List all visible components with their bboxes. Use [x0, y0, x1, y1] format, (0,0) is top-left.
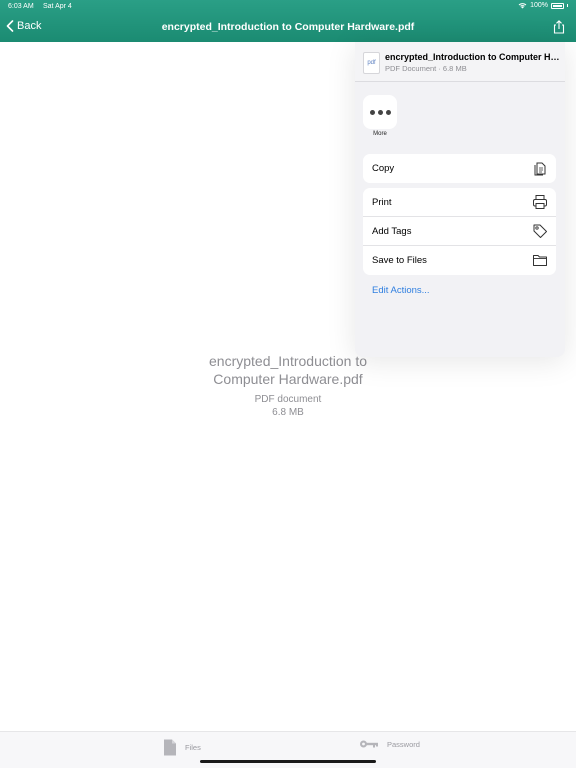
copy-label: Copy: [372, 163, 395, 174]
home-indicator: [200, 760, 376, 763]
nav-bar: Back encrypted_Introduction to Computer …: [0, 14, 576, 42]
tab-files-label: Files: [185, 743, 201, 752]
save-to-files-action[interactable]: Save to Files: [363, 246, 556, 275]
folder-icon: [533, 255, 547, 266]
tab-password-label: Password: [387, 739, 420, 749]
back-label: Back: [17, 20, 42, 32]
key-icon: [360, 740, 378, 748]
status-time: 6:03 AM: [8, 3, 34, 10]
share-icon[interactable]: [552, 20, 566, 34]
page-title: encrypted_Introduction to Computer Hardw…: [161, 21, 415, 33]
tag-icon: [533, 224, 547, 238]
share-file-title: encrypted_Introduction to Computer Hardw…: [385, 52, 561, 62]
printer-icon: [533, 195, 547, 209]
share-sheet-header: pdf encrypted_Introduction to Computer H…: [355, 42, 565, 82]
more-button[interactable]: More: [363, 95, 397, 137]
copy-icon: [534, 162, 546, 176]
document-info: encrypted_Introduction to Computer Hardw…: [0, 352, 576, 419]
document-name: encrypted_Introduction to Computer Hardw…: [209, 353, 367, 387]
tab-password[interactable]: Password: [359, 739, 420, 749]
wifi-icon: [518, 3, 527, 9]
print-label: Print: [372, 197, 392, 208]
file-icon: [164, 739, 176, 756]
share-file-subtitle: PDF Document · 6.8 MB: [385, 64, 467, 73]
more-icon: [363, 95, 397, 129]
copy-action[interactable]: Copy: [363, 154, 556, 183]
add-tags-label: Add Tags: [372, 226, 412, 237]
share-sheet: pdf encrypted_Introduction to Computer H…: [355, 42, 565, 357]
edit-actions-link[interactable]: Edit Actions...: [372, 285, 430, 296]
chevron-left-icon: [6, 20, 14, 32]
document-size: 6.8 MB: [272, 406, 304, 418]
print-action[interactable]: Print: [363, 188, 556, 217]
copy-group: Copy: [363, 154, 556, 183]
battery-tip: [567, 4, 568, 7]
pdf-file-icon: pdf: [363, 52, 380, 74]
status-date: Sat Apr 4: [43, 3, 72, 10]
save-to-files-label: Save to Files: [372, 255, 427, 266]
tab-files[interactable]: Files: [163, 739, 201, 756]
status-right: 100%: [518, 2, 568, 9]
more-label: More: [373, 131, 387, 137]
add-tags-action[interactable]: Add Tags: [363, 217, 556, 246]
status-bar: 6:03 AM Sat Apr 4 100%: [0, 0, 576, 13]
actions-group: Print Add Tags Save to Files: [363, 188, 556, 275]
document-type: PDF document: [254, 394, 322, 405]
battery-icon: [551, 2, 564, 9]
battery-percent: 100%: [530, 2, 548, 9]
back-button[interactable]: Back: [6, 20, 41, 32]
header-bar: 6:03 AM Sat Apr 4 100% Back encrypted_In…: [0, 0, 576, 42]
